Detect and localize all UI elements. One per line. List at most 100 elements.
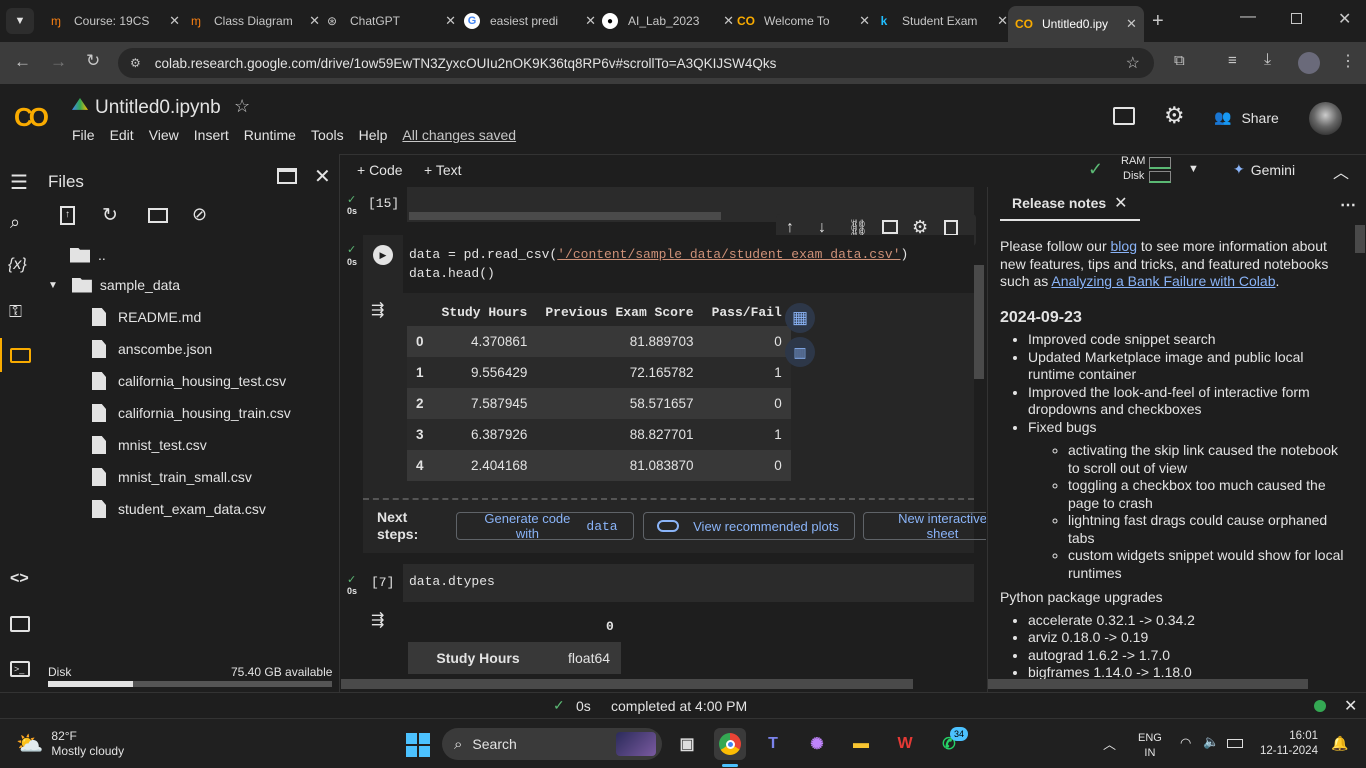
new-sheet-button[interactable]: New interactive sheet bbox=[863, 512, 986, 540]
menu-help[interactable]: Help bbox=[359, 127, 388, 143]
release-notes-hscroll[interactable] bbox=[988, 679, 1308, 689]
mount-drive-icon[interactable] bbox=[148, 208, 168, 223]
browser-menu-icon[interactable]: ⋮ bbox=[1340, 51, 1356, 71]
editor-scrollbar[interactable] bbox=[974, 265, 984, 379]
file-item[interactable]: README.md bbox=[92, 304, 201, 330]
weather-widget[interactable]: ⛅ 82°F Mostly cloudy bbox=[16, 729, 124, 759]
menu-file[interactable]: File bbox=[72, 127, 95, 143]
notification-bell-icon[interactable]: 🔔 bbox=[1331, 735, 1348, 752]
blog-link[interactable]: blog bbox=[1111, 238, 1137, 254]
clock[interactable]: 16:01 12-11-2024 bbox=[1260, 729, 1318, 759]
start-button[interactable] bbox=[406, 733, 430, 757]
close-window-icon[interactable]: ✕ bbox=[1338, 9, 1351, 29]
secrets-key-icon[interactable]: ⚿ bbox=[9, 302, 22, 322]
settings-gear-icon[interactable]: ⚙ bbox=[1164, 102, 1185, 129]
command-palette-icon[interactable] bbox=[10, 616, 30, 632]
panel-more-icon[interactable]: ⋯ bbox=[1340, 195, 1356, 215]
release-notes-tab[interactable]: Release notes ✕ bbox=[1000, 187, 1140, 221]
menu-tools[interactable]: Tools bbox=[311, 127, 344, 143]
add-text-button[interactable]: + Text bbox=[424, 162, 462, 178]
variables-icon[interactable]: {x} bbox=[8, 256, 27, 274]
close-panel-icon[interactable]: ✕ bbox=[314, 164, 331, 189]
browser-tab[interactable]: ● AI_Lab_2023 ✕ bbox=[594, 6, 734, 36]
gemini-button[interactable]: ✦ Gemini bbox=[1233, 161, 1295, 178]
site-info-icon[interactable]: ⚙ bbox=[130, 56, 141, 70]
browser-tab[interactable]: ⊛ ChatGPT ✕ bbox=[316, 6, 456, 36]
new-tab-icon[interactable]: + bbox=[1152, 10, 1164, 33]
runtime-dropdown-icon[interactable]: ▼ bbox=[1188, 163, 1199, 175]
cell-code-editor[interactable]: data = pd.read_csv('/content/sample_data… bbox=[403, 235, 974, 293]
hide-files-icon[interactable]: ⊘ bbox=[192, 204, 207, 225]
output-menu-icon[interactable]: ⇶ bbox=[371, 300, 384, 320]
search-icon[interactable]: ⌕ bbox=[10, 212, 20, 233]
close-tab-icon[interactable]: ✕ bbox=[1126, 16, 1137, 32]
volume-icon[interactable]: 🔈 bbox=[1203, 734, 1219, 750]
file-item[interactable]: mnist_train_small.csv bbox=[92, 464, 252, 490]
browser-tab[interactable]: ɱ Class Diagram ✕ bbox=[180, 6, 320, 36]
convert-to-table-icon[interactable]: ▦ bbox=[785, 303, 815, 333]
account-avatar[interactable] bbox=[1309, 102, 1342, 135]
taskbar-search[interactable]: ⌕ Search bbox=[442, 728, 662, 760]
table-of-contents-icon[interactable]: ☰ bbox=[10, 170, 28, 195]
wifi-icon[interactable]: ◠ bbox=[1180, 735, 1191, 751]
show-hidden-icons[interactable]: ︿ bbox=[1103, 734, 1116, 753]
close-tab-icon[interactable]: ✕ bbox=[1114, 193, 1127, 213]
profile-avatar[interactable] bbox=[1298, 52, 1320, 74]
output-scrollbar[interactable] bbox=[409, 212, 721, 220]
extensions-icon[interactable]: ⧉ bbox=[1174, 52, 1185, 69]
tab-search-button[interactable]: ▼ bbox=[6, 8, 34, 34]
browser-tab-active[interactable]: CO Untitled0.ipy ✕ bbox=[1008, 6, 1144, 42]
star-icon[interactable]: ☆ bbox=[234, 96, 250, 117]
bookmark-star-icon[interactable]: ☆ bbox=[1126, 53, 1140, 73]
comments-icon[interactable] bbox=[1113, 107, 1135, 125]
chrome-icon[interactable] bbox=[714, 728, 746, 760]
horizontal-scrollbar[interactable] bbox=[341, 679, 913, 689]
file-item[interactable]: anscombe.json bbox=[92, 336, 212, 362]
close-tab-icon[interactable]: ✕ bbox=[169, 13, 180, 29]
save-status[interactable]: All changes saved bbox=[402, 127, 516, 143]
browser-tab[interactable]: G easiest predi ✕ bbox=[456, 6, 596, 36]
reload-icon[interactable]: ↻ bbox=[86, 51, 100, 71]
menu-view[interactable]: View bbox=[149, 127, 179, 143]
minimize-icon[interactable]: — bbox=[1240, 8, 1256, 26]
code-snippets-icon[interactable]: <> bbox=[10, 570, 29, 588]
view-plots-button[interactable]: View recommended plots bbox=[643, 512, 855, 540]
file-explorer-icon[interactable]: ▬ bbox=[845, 728, 877, 760]
colab-logo[interactable]: CO bbox=[14, 102, 49, 133]
collapse-header-icon[interactable]: ︿ bbox=[1333, 159, 1349, 183]
suggest-charts-icon[interactable]: ▥ bbox=[785, 337, 815, 367]
teams-icon[interactable]: T bbox=[757, 728, 789, 760]
share-button[interactable]: 👥 Share bbox=[1214, 109, 1279, 126]
menu-insert[interactable]: Insert bbox=[194, 127, 229, 143]
open-in-tab-icon[interactable] bbox=[277, 168, 297, 184]
restore-icon[interactable] bbox=[1291, 13, 1302, 24]
refresh-icon[interactable]: ↻ bbox=[102, 204, 118, 227]
language-indicator[interactable]: ENG IN bbox=[1138, 731, 1162, 761]
bank-failure-link[interactable]: Analyzing a Bank Failure with Colab bbox=[1051, 273, 1275, 289]
close-tab-icon[interactable]: ✕ bbox=[445, 13, 456, 29]
wps-office-icon[interactable]: W bbox=[889, 728, 921, 760]
release-notes-scrollbar[interactable] bbox=[1355, 225, 1365, 253]
file-item[interactable]: mnist_test.csv bbox=[92, 432, 207, 458]
comment-icon[interactable] bbox=[882, 220, 898, 234]
file-item[interactable]: california_housing_train.csv bbox=[92, 400, 291, 426]
mirror-cell-icon[interactable] bbox=[944, 220, 958, 236]
close-status-icon[interactable]: ✕ bbox=[1344, 696, 1357, 716]
terminal-icon[interactable]: >_ bbox=[10, 661, 30, 677]
download-icon[interactable]: ⤓ bbox=[1264, 51, 1271, 69]
parent-directory[interactable]: .. bbox=[70, 242, 106, 268]
forward-icon[interactable]: → bbox=[50, 52, 67, 72]
add-code-button[interactable]: + Code bbox=[357, 162, 403, 178]
status-completed[interactable]: completed at 4:00 PM bbox=[611, 698, 747, 714]
generate-code-button[interactable]: Generate code with data bbox=[456, 511, 634, 541]
run-cell-button[interactable]: ▶ bbox=[373, 245, 393, 265]
back-icon[interactable]: ← bbox=[14, 52, 31, 72]
cell-code-editor[interactable]: data.dtypes bbox=[403, 564, 974, 602]
close-tab-icon[interactable]: ✕ bbox=[997, 13, 1008, 29]
browser-tab[interactable]: k Student Exam ✕ bbox=[868, 6, 1008, 36]
upload-file-icon[interactable]: ↑ bbox=[60, 206, 75, 225]
menu-runtime[interactable]: Runtime bbox=[244, 127, 296, 143]
file-item[interactable]: student_exam_data.csv bbox=[92, 496, 266, 522]
output-menu-icon[interactable]: ⇶ bbox=[371, 610, 384, 630]
task-view-icon[interactable]: ▣ bbox=[671, 728, 703, 760]
